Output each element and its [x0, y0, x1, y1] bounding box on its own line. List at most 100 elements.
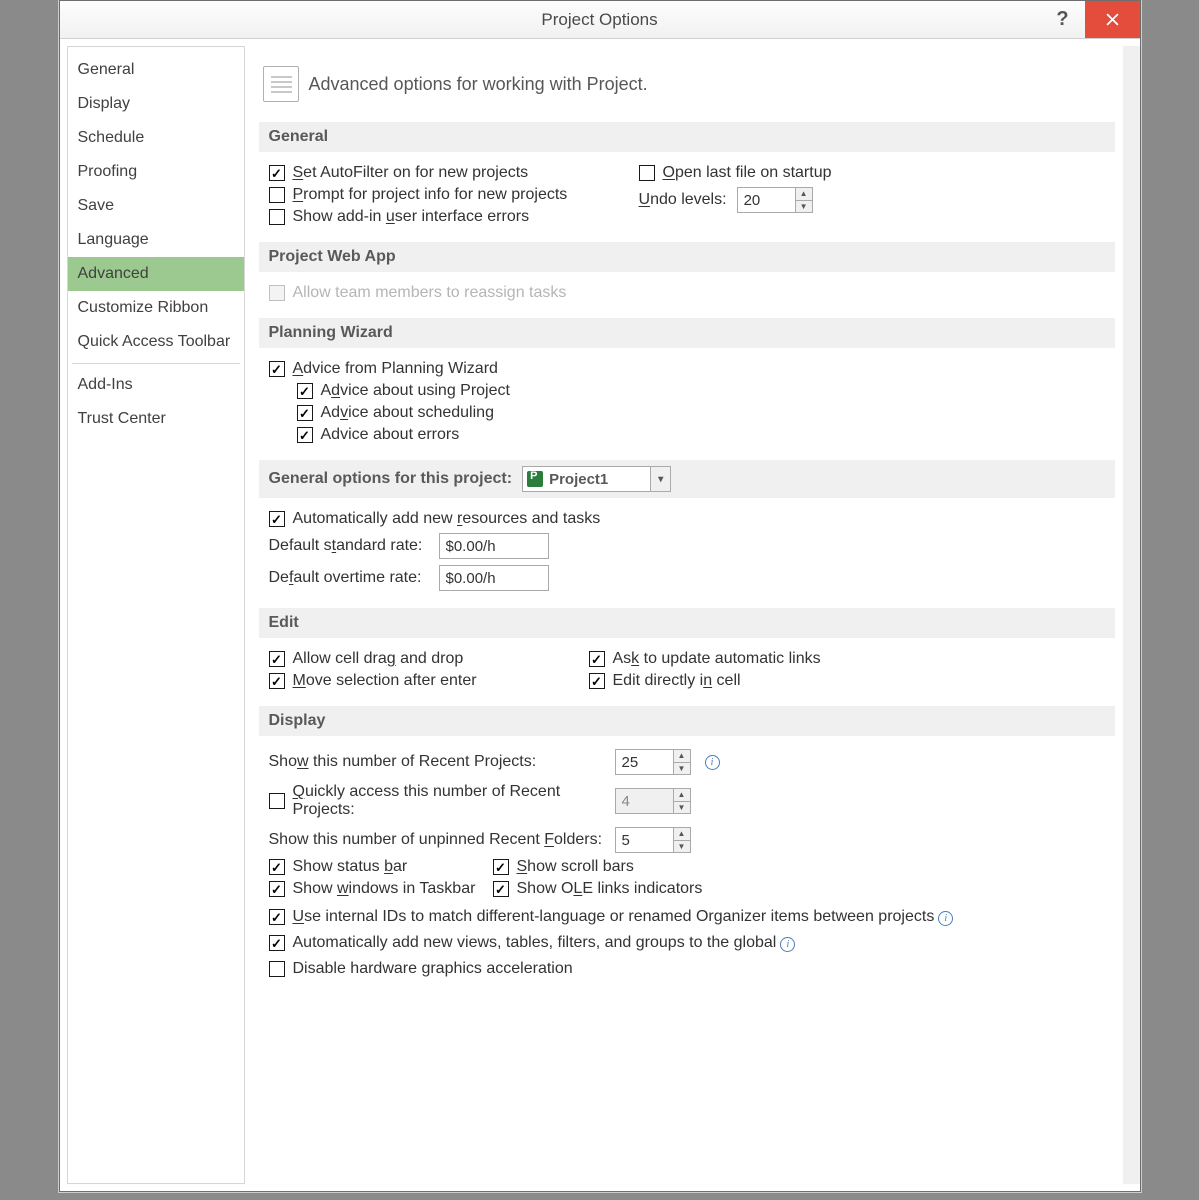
checkbox-advice-errors[interactable]: Advice about errors: [297, 424, 1105, 446]
sidebar-item-trust-center[interactable]: Trust Center: [68, 402, 244, 436]
titlebar: Project Options ?: [60, 1, 1140, 39]
checkbox-edit-in-cell[interactable]: Edit directly in cell: [589, 670, 821, 692]
project-icon: [527, 471, 543, 487]
spinner-down[interactable]: ▼: [674, 840, 690, 853]
section-header-edit: Edit: [259, 608, 1115, 638]
sidebar-item-quick-access[interactable]: Quick Access Toolbar: [68, 325, 244, 359]
checkbox-box: [493, 881, 509, 897]
sidebar-item-schedule[interactable]: Schedule: [68, 121, 244, 155]
checkbox-box: [269, 285, 285, 301]
sidebar-item-display[interactable]: Display: [68, 87, 244, 121]
checkbox-box: [297, 405, 313, 421]
spinner-down: ▼: [674, 801, 690, 814]
checkbox-advice-using[interactable]: Advice about using Project: [297, 380, 1105, 402]
sidebar-item-proofing[interactable]: Proofing: [68, 155, 244, 189]
recent-projects-spinner[interactable]: ▲▼: [615, 749, 691, 775]
recent-projects-label: Show this number of Recent Projects:: [269, 753, 605, 771]
info-icon[interactable]: i: [780, 937, 795, 952]
checkbox-box: [589, 673, 605, 689]
spinner-up: ▲: [674, 789, 690, 801]
checkbox-box: [269, 511, 285, 527]
options-dialog: Project Options ? General Display Schedu…: [59, 0, 1141, 1192]
checkbox-allow-reassign: Allow team members to reassign tasks: [269, 282, 1105, 304]
checkbox-box: [589, 651, 605, 667]
checkbox-box: [269, 187, 285, 203]
recent-folders-input[interactable]: [615, 827, 673, 853]
dropdown-button[interactable]: [650, 467, 670, 491]
undo-levels-label: Undo levels:: [639, 191, 727, 209]
checkbox-box: [269, 673, 285, 689]
checkbox-box: [269, 793, 285, 809]
project-selector-text: Project1: [547, 471, 650, 488]
project-selector-dropdown[interactable]: Project1: [522, 466, 671, 492]
checkbox-box: [269, 881, 285, 897]
checkbox-box: [269, 961, 285, 977]
spinner-down[interactable]: ▼: [674, 762, 690, 775]
overtime-rate-input[interactable]: [439, 565, 549, 591]
checkbox-scroll-bars[interactable]: Show scroll bars: [493, 856, 703, 878]
checkbox-box: [297, 427, 313, 443]
checkbox-advice-wizard[interactable]: Advice from Planning Wizard: [269, 358, 1105, 380]
checkbox-advice-scheduling[interactable]: Advice about scheduling: [297, 402, 1105, 424]
sidebar-nav: General Display Schedule Proofing Save L…: [67, 46, 245, 1184]
scrollbar-thumb[interactable]: [1123, 63, 1140, 423]
content-pane: ▴ Advanced options for working with Proj…: [251, 46, 1140, 1184]
checkbox-drag-drop[interactable]: Allow cell drag and drop: [269, 648, 589, 670]
sidebar-item-language[interactable]: Language: [68, 223, 244, 257]
info-icon[interactable]: i: [938, 911, 953, 926]
quick-access-input: [615, 788, 673, 814]
spinner-up[interactable]: ▲: [674, 750, 690, 762]
checkbox-box: [269, 909, 285, 925]
checkbox-ole-indicators[interactable]: Show OLE links indicators: [493, 878, 703, 900]
checkbox-addin-errors[interactable]: Show add-in user interface errors: [269, 206, 589, 228]
checkbox-prompt-info[interactable]: Prompt for project info for new projects: [269, 184, 589, 206]
checkbox-quick-access-recent[interactable]: Quickly access this number of Recent Pro…: [269, 781, 605, 821]
section-header-display: Display: [259, 706, 1115, 736]
checkbox-internal-ids[interactable]: Use internal IDs to match different-lang…: [269, 906, 1105, 928]
checkbox-move-selection[interactable]: Move selection after enter: [269, 670, 589, 692]
close-icon: [1106, 13, 1119, 26]
standard-rate-input[interactable]: [439, 533, 549, 559]
recent-folders-label: Show this number of unpinned Recent Fold…: [269, 831, 605, 849]
checkbox-box: [493, 859, 509, 875]
checkbox-disable-hw-accel[interactable]: Disable hardware graphics acceleration: [269, 958, 1105, 980]
section-header-wizard: Planning Wizard: [259, 318, 1115, 348]
page-heading: Advanced options for working with Projec…: [259, 50, 1115, 120]
sidebar-item-addins[interactable]: Add-Ins: [68, 368, 244, 402]
standard-rate-label: Default standard rate:: [269, 537, 429, 555]
section-header-general: General: [259, 122, 1115, 152]
page-heading-text: Advanced options for working with Projec…: [309, 74, 648, 95]
spinner-down[interactable]: ▼: [796, 200, 812, 213]
scroll-up-button[interactable]: ▴: [1123, 46, 1140, 63]
info-icon[interactable]: i: [705, 755, 720, 770]
recent-projects-input[interactable]: [615, 749, 673, 775]
spinner-up[interactable]: ▲: [674, 828, 690, 840]
sidebar-item-save[interactable]: Save: [68, 189, 244, 223]
undo-levels-spinner[interactable]: ▲▼: [737, 187, 813, 213]
section-header-general-project: General options for this project: Projec…: [259, 460, 1115, 498]
document-list-icon: [263, 66, 299, 102]
checkbox-box: [269, 935, 285, 951]
window-title: Project Options: [541, 10, 657, 30]
sidebar-item-advanced[interactable]: Advanced: [68, 257, 244, 291]
spinner-up[interactable]: ▲: [796, 188, 812, 200]
checkbox-box: [297, 383, 313, 399]
section-header-label: General options for this project:: [269, 470, 513, 488]
checkbox-auto-add-views[interactable]: Automatically add new views, tables, fil…: [269, 932, 1105, 954]
checkbox-status-bar[interactable]: Show status bar: [269, 856, 493, 878]
checkbox-open-last[interactable]: Open last file on startup: [639, 162, 969, 184]
checkbox-ask-update-links[interactable]: Ask to update automatic links: [589, 648, 821, 670]
checkbox-box: [269, 651, 285, 667]
checkbox-box: [269, 859, 285, 875]
recent-folders-spinner[interactable]: ▲▼: [615, 827, 691, 853]
sidebar-item-customize-ribbon[interactable]: Customize Ribbon: [68, 291, 244, 325]
checkbox-auto-add-resources[interactable]: Automatically add new resources and task…: [269, 508, 1105, 530]
checkbox-box: [269, 165, 285, 181]
close-button[interactable]: [1085, 1, 1140, 38]
sidebar-item-general[interactable]: General: [68, 53, 244, 87]
checkbox-autofilter[interactable]: Set AutoFilter on for new projects: [269, 162, 589, 184]
undo-levels-input[interactable]: [737, 187, 795, 213]
overtime-rate-label: Default overtime rate:: [269, 569, 429, 587]
checkbox-windows-taskbar[interactable]: Show windows in Taskbar: [269, 878, 493, 900]
help-button[interactable]: ?: [1041, 1, 1085, 38]
